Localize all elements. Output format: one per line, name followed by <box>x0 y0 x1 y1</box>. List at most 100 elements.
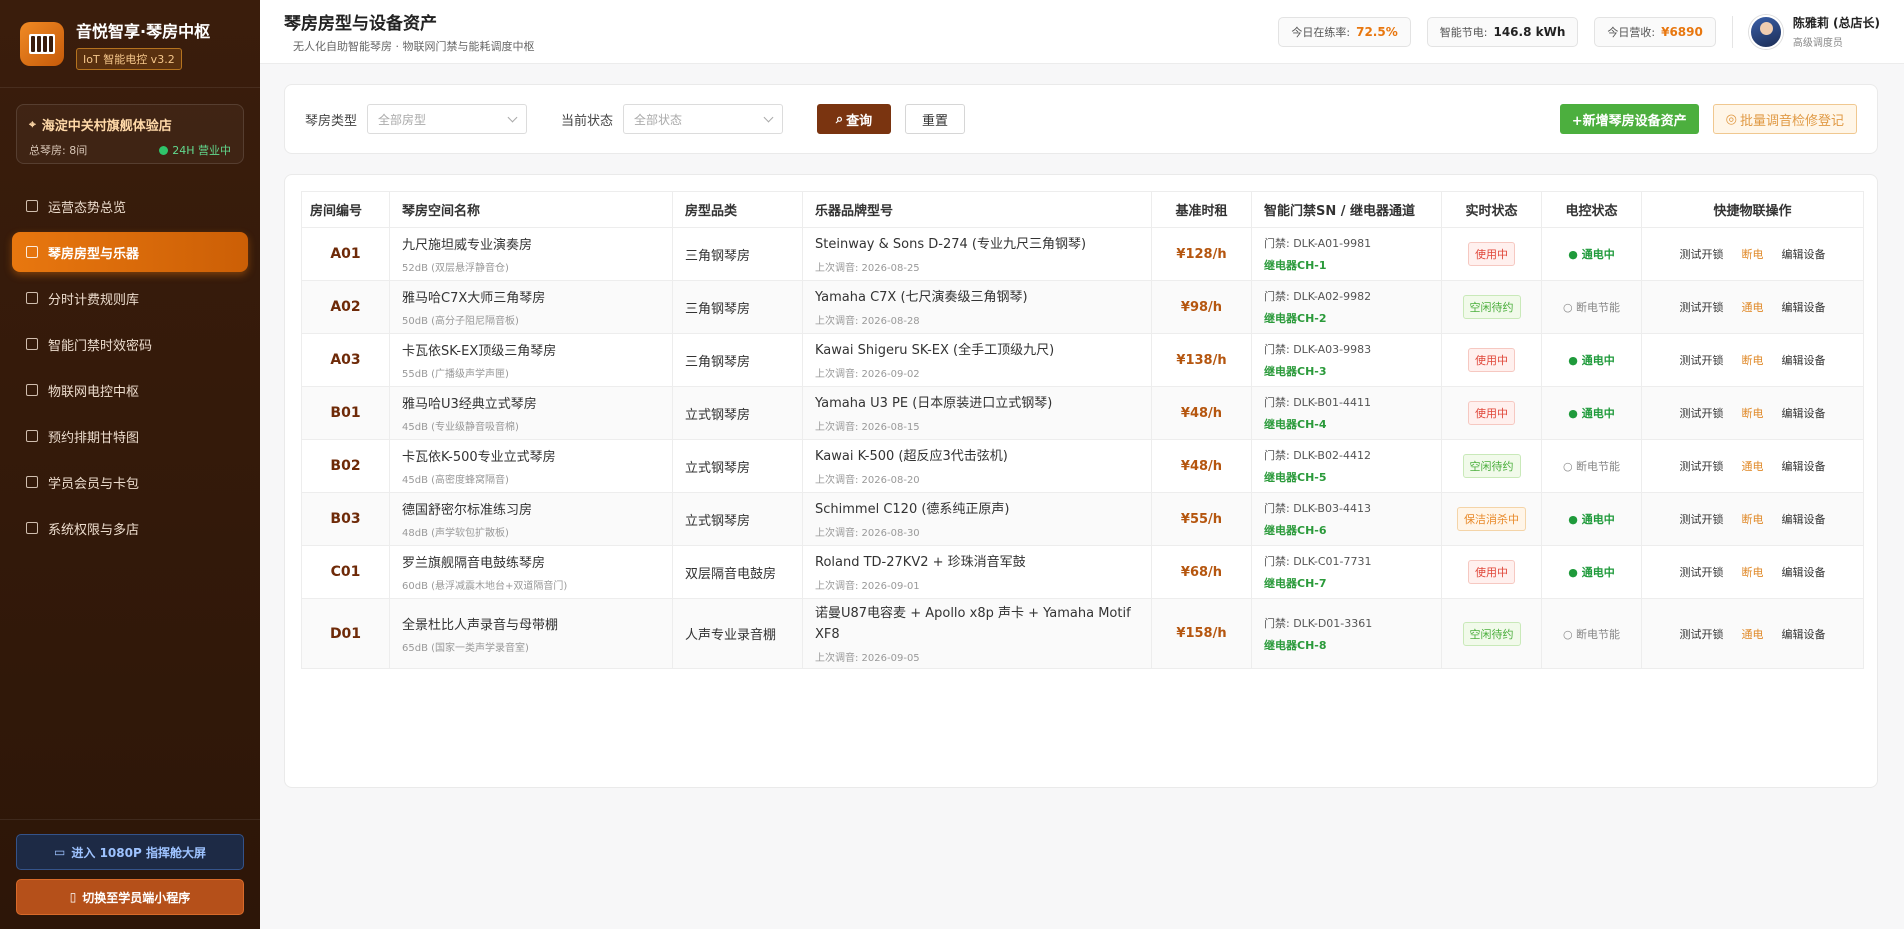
ticket-icon <box>26 292 38 304</box>
nav-item-label: 分时计费规则库 <box>48 292 140 308</box>
nav-item-4[interactable]: 物联网电控中枢 <box>12 370 248 410</box>
nav-item-5[interactable]: 预约排期甘特图 <box>12 416 248 456</box>
chart-icon <box>26 200 38 212</box>
test-unlock-link[interactable]: 测试开锁 <box>1680 246 1724 262</box>
phone-icon: ▯ <box>69 890 77 904</box>
door-sn: 门禁: DLK-B02-4412 <box>1264 449 1371 462</box>
column-header: 实时状态 <box>1441 191 1542 228</box>
main-content: 琴房房型与设备资产 无人化自助智能琴房 · 物联网门禁与能耗调度中枢 今日在练率… <box>260 0 1904 929</box>
relay-channel: 继电器CH-3 <box>1264 365 1327 378</box>
room-name-cell: 雅马哈C7X大师三角琴房 50dB (高分子阻尼隔音板) <box>389 280 673 334</box>
edit-device-link[interactable]: 编辑设备 <box>1782 626 1826 642</box>
room-id: B01 <box>301 386 390 440</box>
edit-device-link[interactable]: 编辑设备 <box>1782 299 1826 315</box>
reset-button[interactable]: 重置 <box>905 104 966 134</box>
power-toggle-link[interactable]: 断电 <box>1742 246 1764 262</box>
door-sn: 门禁: DLK-B01-4411 <box>1264 396 1371 409</box>
edit-device-link[interactable]: 编辑设备 <box>1782 564 1826 580</box>
table-row: C01 罗兰旗舰隔音电鼓练琴房 60dB (悬浮减震木地台+双道隔音门) 双层隔音… <box>301 545 1864 599</box>
test-unlock-link[interactable]: 测试开锁 <box>1680 458 1724 474</box>
calendar-icon <box>26 430 38 442</box>
nav-item-6[interactable]: 学员会员与卡包 <box>12 462 248 502</box>
edit-device-link[interactable]: 编辑设备 <box>1782 405 1826 421</box>
column-header: 房间编号 <box>301 191 390 228</box>
power-toggle-link[interactable]: 断电 <box>1742 352 1764 368</box>
gear-icon <box>26 522 38 534</box>
test-unlock-link[interactable]: 测试开锁 <box>1680 564 1724 580</box>
actions-cell: 测试开锁 通电 编辑设备 <box>1641 280 1864 334</box>
store-name: 海淀中关村旗舰体验店 <box>41 119 172 134</box>
status-badge: 保洁消杀中 <box>1457 507 1526 531</box>
instrument-model: Steinway & Sons D-274 (专业九尺三角钢琴) <box>815 237 1087 252</box>
instrument-model: Yamaha U3 PE (日本原装进口立式钢琴) <box>815 396 1053 411</box>
power-toggle-link[interactable]: 断电 <box>1742 564 1764 580</box>
power-toggle-link[interactable]: 通电 <box>1742 626 1764 642</box>
last-tuning: 上次调音: 2026-09-05 <box>815 653 920 664</box>
power-toggle-link[interactable]: 断电 <box>1742 405 1764 421</box>
filter-bar: 琴房类型 全部房型 当前状态 全部状态 ⌕ 查询 重置 +新增琴房设备资产 ◎ 批量… <box>284 84 1878 154</box>
room-type: 人声专业录音棚 <box>672 598 803 669</box>
nav-item-label: 物联网电控中枢 <box>48 384 140 400</box>
status-cell: 保洁消杀中 <box>1441 492 1542 546</box>
status-select[interactable]: 全部状态 <box>623 104 784 134</box>
hourly-price: ¥158/h <box>1151 598 1252 669</box>
enter-dashboard-button[interactable]: ▭ 进入 1080P 指挥舱大屏 <box>16 834 244 870</box>
status-badge: 使用中 <box>1468 401 1515 425</box>
actions-cell: 测试开锁 断电 编辑设备 <box>1641 492 1864 546</box>
instrument-cell: 诺曼U87电容麦 + Apollo x8p 声卡 + Yamaha Motif … <box>802 598 1152 669</box>
nav-item-7[interactable]: 系统权限与多店 <box>12 508 248 548</box>
cloud-icon <box>26 384 38 396</box>
edit-device-link[interactable]: 编辑设备 <box>1782 246 1826 262</box>
table-row: D01 全景杜比人声录音与母带棚 65dB (国家一类声学录音室) 人声专业录音棚… <box>301 598 1864 669</box>
room-id: A02 <box>301 280 390 334</box>
room-name-cell: 九尺施坦威专业演奏房 52dB (双层悬浮静音仓) <box>389 227 673 281</box>
instrument-model: Schimmel C120 (德系纯正原声) <box>815 502 1010 517</box>
app-root: 音悦智享·琴房中枢 IoT 智能电控 v3.2 ⌖ 海淀中关村旗舰体验店 总琴房:… <box>0 0 1904 929</box>
room-id: A03 <box>301 333 390 387</box>
last-tuning: 上次调音: 2026-08-30 <box>815 528 920 539</box>
room-type: 立式钢琴房 <box>672 439 803 493</box>
edit-device-link[interactable]: 编辑设备 <box>1782 511 1826 527</box>
hourly-price: ¥48/h <box>1151 386 1252 440</box>
room-type: 立式钢琴房 <box>672 386 803 440</box>
room-type-select[interactable]: 全部房型 <box>367 104 528 134</box>
nav-item-label: 运营态势总览 <box>48 200 127 216</box>
power-status: ○ 断电节能 <box>1541 439 1642 493</box>
switch-miniapp-button[interactable]: ▯ 切换至学员端小程序 <box>16 879 244 915</box>
batch-tuning-button[interactable]: ◎ 批量调音检修登记 <box>1712 104 1857 134</box>
nav-item-0[interactable]: 运营态势总览 <box>12 186 248 226</box>
actions-cell: 测试开锁 通电 编辑设备 <box>1641 598 1864 669</box>
room-db: 60dB (悬浮减震木地台+双道隔音门) <box>402 581 568 592</box>
nav-item-1[interactable]: 琴房房型与乐器 <box>12 232 248 272</box>
test-unlock-link[interactable]: 测试开锁 <box>1680 352 1724 368</box>
room-db: 52dB (双层悬浮静音仓) <box>402 263 509 274</box>
top-bar: 琴房房型与设备资产 无人化自助智能琴房 · 物联网门禁与能耗调度中枢 今日在练率… <box>260 0 1904 64</box>
device-cell: 门禁: DLK-A02-9982 继电器CH-2 <box>1251 280 1442 334</box>
test-unlock-link[interactable]: 测试开锁 <box>1680 299 1724 315</box>
power-toggle-link[interactable]: 通电 <box>1742 458 1764 474</box>
test-unlock-link[interactable]: 测试开锁 <box>1680 626 1724 642</box>
power-toggle-link[interactable]: 断电 <box>1742 511 1764 527</box>
query-button[interactable]: ⌕ 查询 <box>817 104 892 134</box>
edit-device-link[interactable]: 编辑设备 <box>1782 352 1826 368</box>
room-db: 48dB (声学软包扩散板) <box>402 528 509 539</box>
device-cell: 门禁: DLK-B01-4411 继电器CH-4 <box>1251 386 1442 440</box>
nav-item-label: 学员会员与卡包 <box>48 476 140 492</box>
asset-table-card: 房间编号 琴房空间名称 房型品类 乐器品牌型号 基准时租 智能门禁SN / 继电器通道 实时… <box>284 174 1878 788</box>
room-name-cell: 罗兰旗舰隔音电鼓练琴房 60dB (悬浮减震木地台+双道隔音门) <box>389 545 673 599</box>
user-profile[interactable]: 陈雅莉 (总店长) 高级调度员 <box>1748 14 1880 49</box>
nav-item-3[interactable]: 智能门禁时效密码 <box>12 324 248 364</box>
room-name-cell: 全景杜比人声录音与母带棚 65dB (国家一类声学录音室) <box>389 598 673 669</box>
column-header: 基准时租 <box>1151 191 1252 228</box>
add-asset-button[interactable]: +新增琴房设备资产 <box>1559 104 1699 134</box>
room-name: 九尺施坦威专业演奏房 <box>402 238 533 253</box>
test-unlock-link[interactable]: 测试开锁 <box>1680 511 1724 527</box>
relay-channel: 继电器CH-2 <box>1264 312 1327 325</box>
nav-item-2[interactable]: 分时计费规则库 <box>12 278 248 318</box>
edit-device-link[interactable]: 编辑设备 <box>1782 458 1826 474</box>
store-switcher[interactable]: ⌖ 海淀中关村旗舰体验店 总琴房: 8间 24H 营业中 <box>16 104 244 164</box>
test-unlock-link[interactable]: 测试开锁 <box>1680 405 1724 421</box>
power-toggle-link[interactable]: 通电 <box>1742 299 1764 315</box>
column-header: 房型品类 <box>672 191 803 228</box>
table-row: A01 九尺施坦威专业演奏房 52dB (双层悬浮静音仓) 三角钢琴房 Stein… <box>301 227 1864 281</box>
